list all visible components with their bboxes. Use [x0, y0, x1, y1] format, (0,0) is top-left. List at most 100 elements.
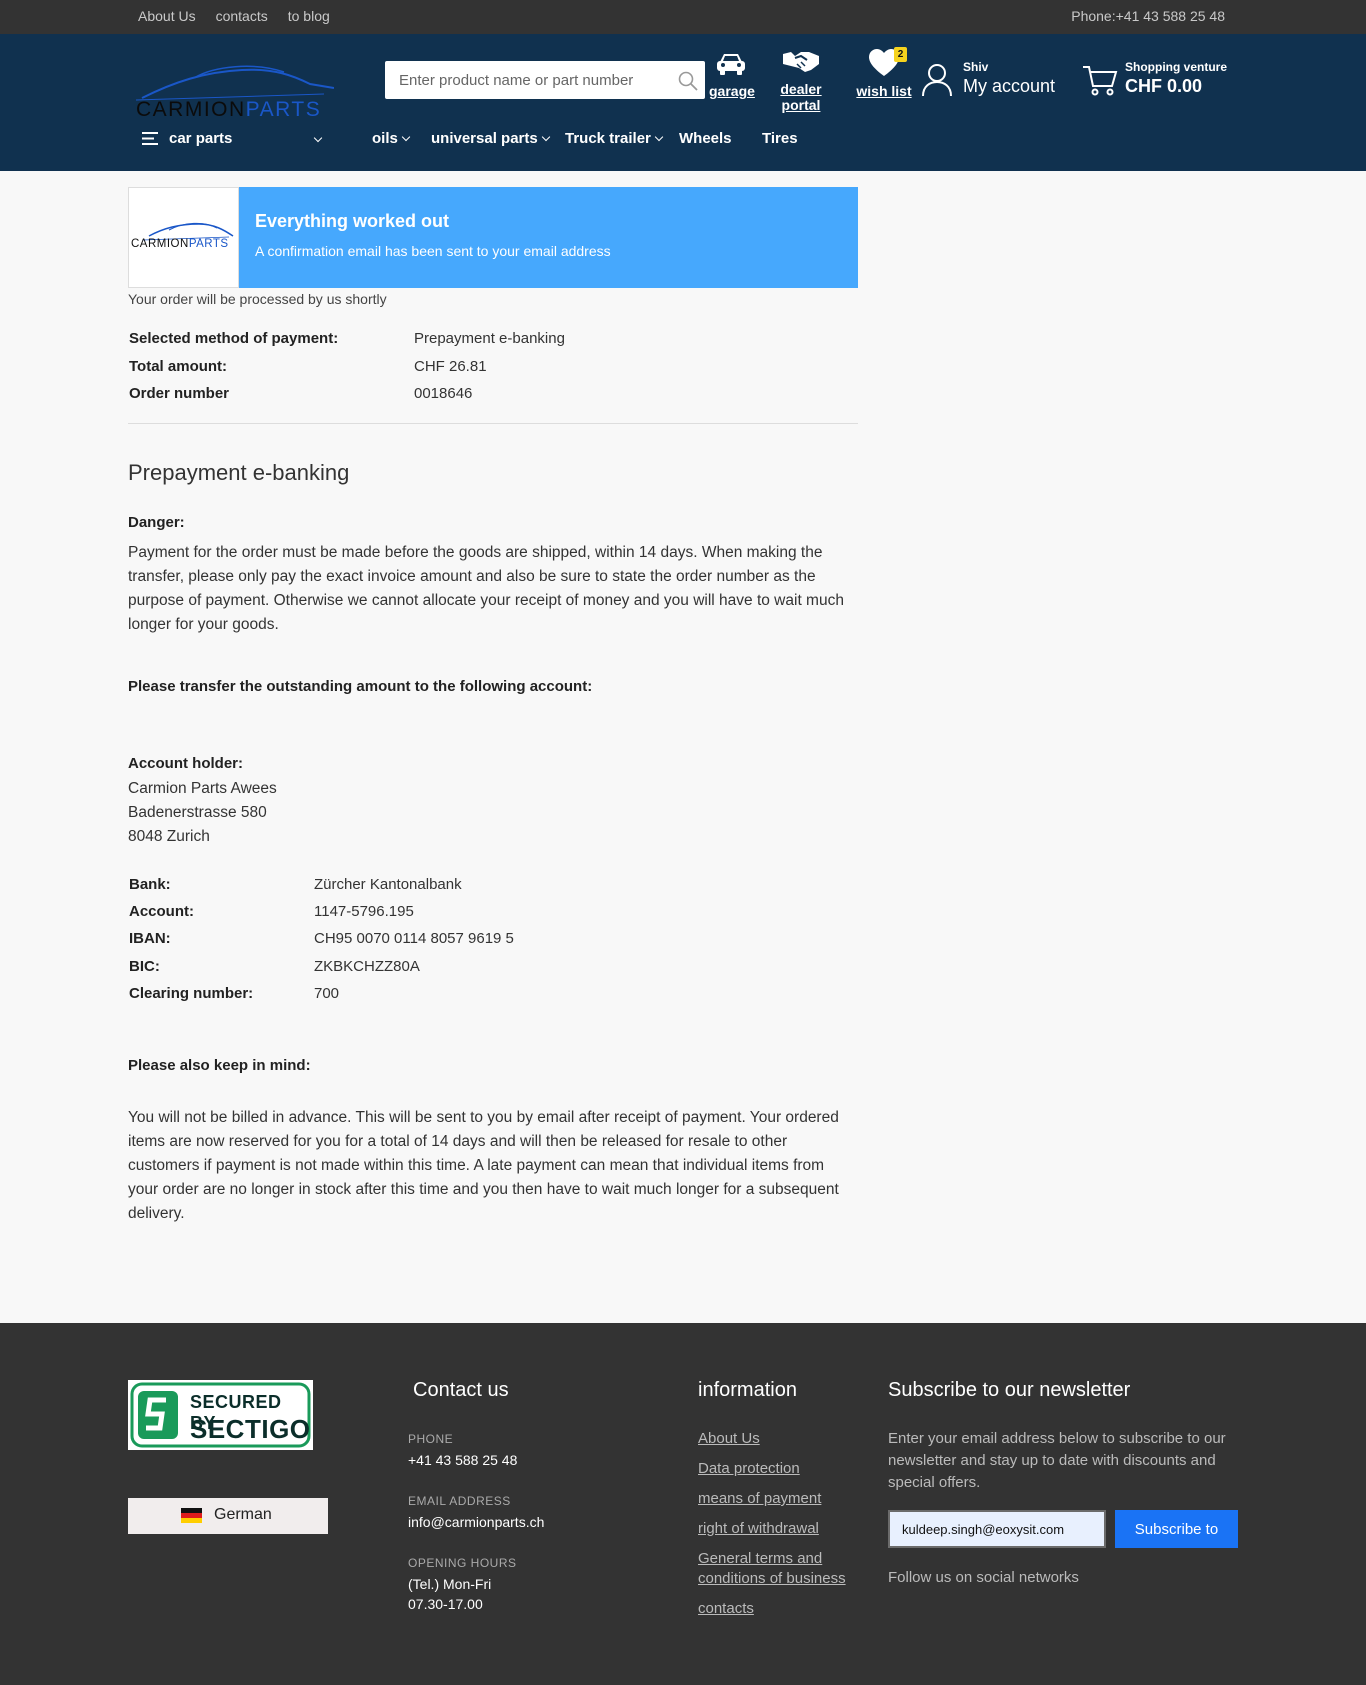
notice-subtitle: A confirmation email has been sent to yo…	[255, 243, 611, 259]
account-button[interactable]: Shiv My account	[920, 56, 1070, 106]
order-label: Total amount:	[129, 358, 228, 375]
hours-line: (Tel.) Mon-Fri	[408, 1576, 492, 1592]
top-links: About Us contacts to blog	[138, 8, 330, 24]
nav-wheels[interactable]: Wheels	[679, 130, 732, 147]
holder-label: Account holder:	[128, 755, 243, 772]
chevron-down-icon[interactable]	[313, 133, 323, 143]
notice-logo: CARMIONPARTS	[128, 187, 239, 288]
bank-label: Account:	[129, 903, 194, 920]
keep-in-mind-label: Please also keep in mind:	[128, 1057, 311, 1074]
car-icon	[717, 54, 745, 75]
notice-title: Everything worked out	[255, 211, 450, 231]
bank-value: 1147-5796.195	[314, 903, 414, 920]
language-selector[interactable]: German	[128, 1498, 328, 1534]
hours-line: 07.30-17.00	[408, 1596, 483, 1612]
footer-link-terms[interactable]: General terms and conditions of business	[698, 1549, 868, 1589]
social-label: Follow us on social networks	[888, 1569, 1079, 1586]
user-icon	[922, 64, 952, 97]
payment-heading: Prepayment e-banking	[128, 460, 350, 485]
transfer-text: Please transfer the outstanding amount t…	[128, 678, 593, 695]
footer-link-data-protection[interactable]: Data protection	[698, 1459, 800, 1479]
wishlist-label: wish list	[856, 83, 912, 99]
processed-note: Your order will be processed by us short…	[128, 291, 387, 307]
german-flag-icon	[181, 1508, 202, 1523]
site-header: CARMIONPARTS garage dealer portal	[0, 34, 1366, 171]
chevron-down-icon	[654, 132, 664, 141]
information-heading: information	[698, 1379, 797, 1401]
search-input[interactable]	[385, 61, 665, 99]
site-footer: SECURED BY SECTIGO German Contact us PHO…	[0, 1323, 1366, 1685]
footer-link-right-of-withdrawal[interactable]: right of withdrawal	[698, 1519, 819, 1539]
top-bar: About Us contacts to blog Phone:+41 43 5…	[0, 0, 1366, 34]
nav-universal-parts[interactable]: universal parts	[431, 130, 550, 147]
holder-line: Carmion Parts Awees	[128, 780, 277, 797]
nav-car-parts-label: car parts	[169, 130, 233, 147]
logo-text: CARMIONPARTS	[136, 98, 322, 121]
account-name: Shiv	[963, 60, 989, 74]
top-link-blog[interactable]: to blog	[288, 8, 330, 24]
phone-label: PHONE	[408, 1432, 454, 1446]
wishlist-count-badge: 2	[894, 47, 907, 62]
search-box	[385, 61, 705, 99]
menu-icon	[142, 132, 158, 145]
holder-line: Badenerstrasse 580	[128, 804, 267, 821]
danger-text: Payment for the order must be made befor…	[128, 544, 844, 633]
cart-label: Shopping venture	[1125, 60, 1227, 74]
nav-truck-trailer[interactable]: Truck trailer	[565, 130, 664, 147]
top-link-about-us[interactable]: About Us	[138, 8, 196, 24]
notice-logo-text: CARMIONPARTS	[131, 238, 229, 250]
account-label: My account	[963, 76, 1056, 96]
contact-heading: Contact us	[413, 1379, 509, 1401]
site-logo[interactable]: CARMIONPARTS	[134, 52, 334, 122]
newsletter-text: Enter your email address below to subscr…	[888, 1430, 1226, 1491]
bank-label: Clearing number:	[129, 985, 254, 1002]
footer-email[interactable]: info@carmionparts.ch	[408, 1512, 544, 1532]
holder-line: 8048 Zurich	[128, 828, 210, 845]
newsletter-email-input[interactable]	[888, 1510, 1106, 1548]
car-silhouette-logo-icon	[135, 65, 334, 101]
dealer-portal-button[interactable]: dealer portal	[760, 48, 842, 113]
order-value: Prepayment e-banking	[414, 330, 565, 347]
success-notice: CARMIONPARTS Everything worked out A con…	[128, 187, 858, 288]
footer-link-contacts[interactable]: contacts	[698, 1599, 754, 1619]
footer-phone[interactable]: +41 43 588 25 48	[408, 1450, 517, 1470]
cart-total: CHF 0.00	[1125, 76, 1203, 96]
nav-car-parts[interactable]: car parts	[142, 130, 232, 147]
garage-button[interactable]: garage	[709, 50, 755, 99]
bank-value: 700	[314, 985, 340, 1002]
nav-oils[interactable]: oils	[372, 130, 411, 147]
chevron-down-icon	[541, 132, 550, 141]
email-label: EMAIL ADDRESS	[408, 1494, 511, 1508]
bank-label: BIC:	[129, 958, 160, 975]
search-icon[interactable]	[677, 70, 699, 92]
garage-label: garage	[709, 83, 755, 99]
order-value: 0018646	[414, 385, 473, 402]
dealer-portal-label: dealer portal	[780, 81, 822, 113]
divider	[128, 423, 858, 424]
footer-link-about-us[interactable]: About Us	[698, 1429, 760, 1449]
chevron-down-icon	[401, 132, 411, 141]
wishlist-button[interactable]: 2 wish list	[856, 47, 912, 99]
bank-value: ZKBKCHZZ80A	[314, 958, 420, 975]
order-label: Order number	[129, 385, 230, 402]
subscribe-button[interactable]: Subscribe to	[1115, 1510, 1238, 1548]
order-value: CHF 26.81	[414, 358, 487, 375]
danger-label: Danger:	[128, 514, 185, 531]
shopping-cart-icon	[1083, 66, 1118, 96]
sectigo-badge[interactable]: SECURED BY SECTIGO	[128, 1380, 313, 1450]
handshake-icon	[783, 52, 819, 72]
sectigo-line2: SECTIGO	[190, 1414, 311, 1444]
nav-tires[interactable]: Tires	[762, 130, 798, 147]
bank-label: IBAN:	[129, 930, 171, 947]
top-phone: Phone:+41 43 588 25 48	[1071, 8, 1225, 24]
bank-value: Zürcher Kantonalbank	[314, 876, 462, 893]
footer-link-means-of-payment[interactable]: means of payment	[698, 1489, 821, 1509]
top-link-contacts[interactable]: contacts	[216, 8, 268, 24]
newsletter-heading: Subscribe to our newsletter	[888, 1379, 1131, 1401]
language-label: German	[214, 1506, 272, 1523]
hours-label: OPENING HOURS	[408, 1556, 517, 1570]
bank-label: Bank:	[129, 876, 171, 893]
cart-button[interactable]: Shopping venture CHF 0.00	[1080, 56, 1240, 106]
order-label: Selected method of payment:	[129, 330, 339, 347]
keep-in-mind-text: You will not be billed in advance. This …	[128, 1109, 839, 1222]
